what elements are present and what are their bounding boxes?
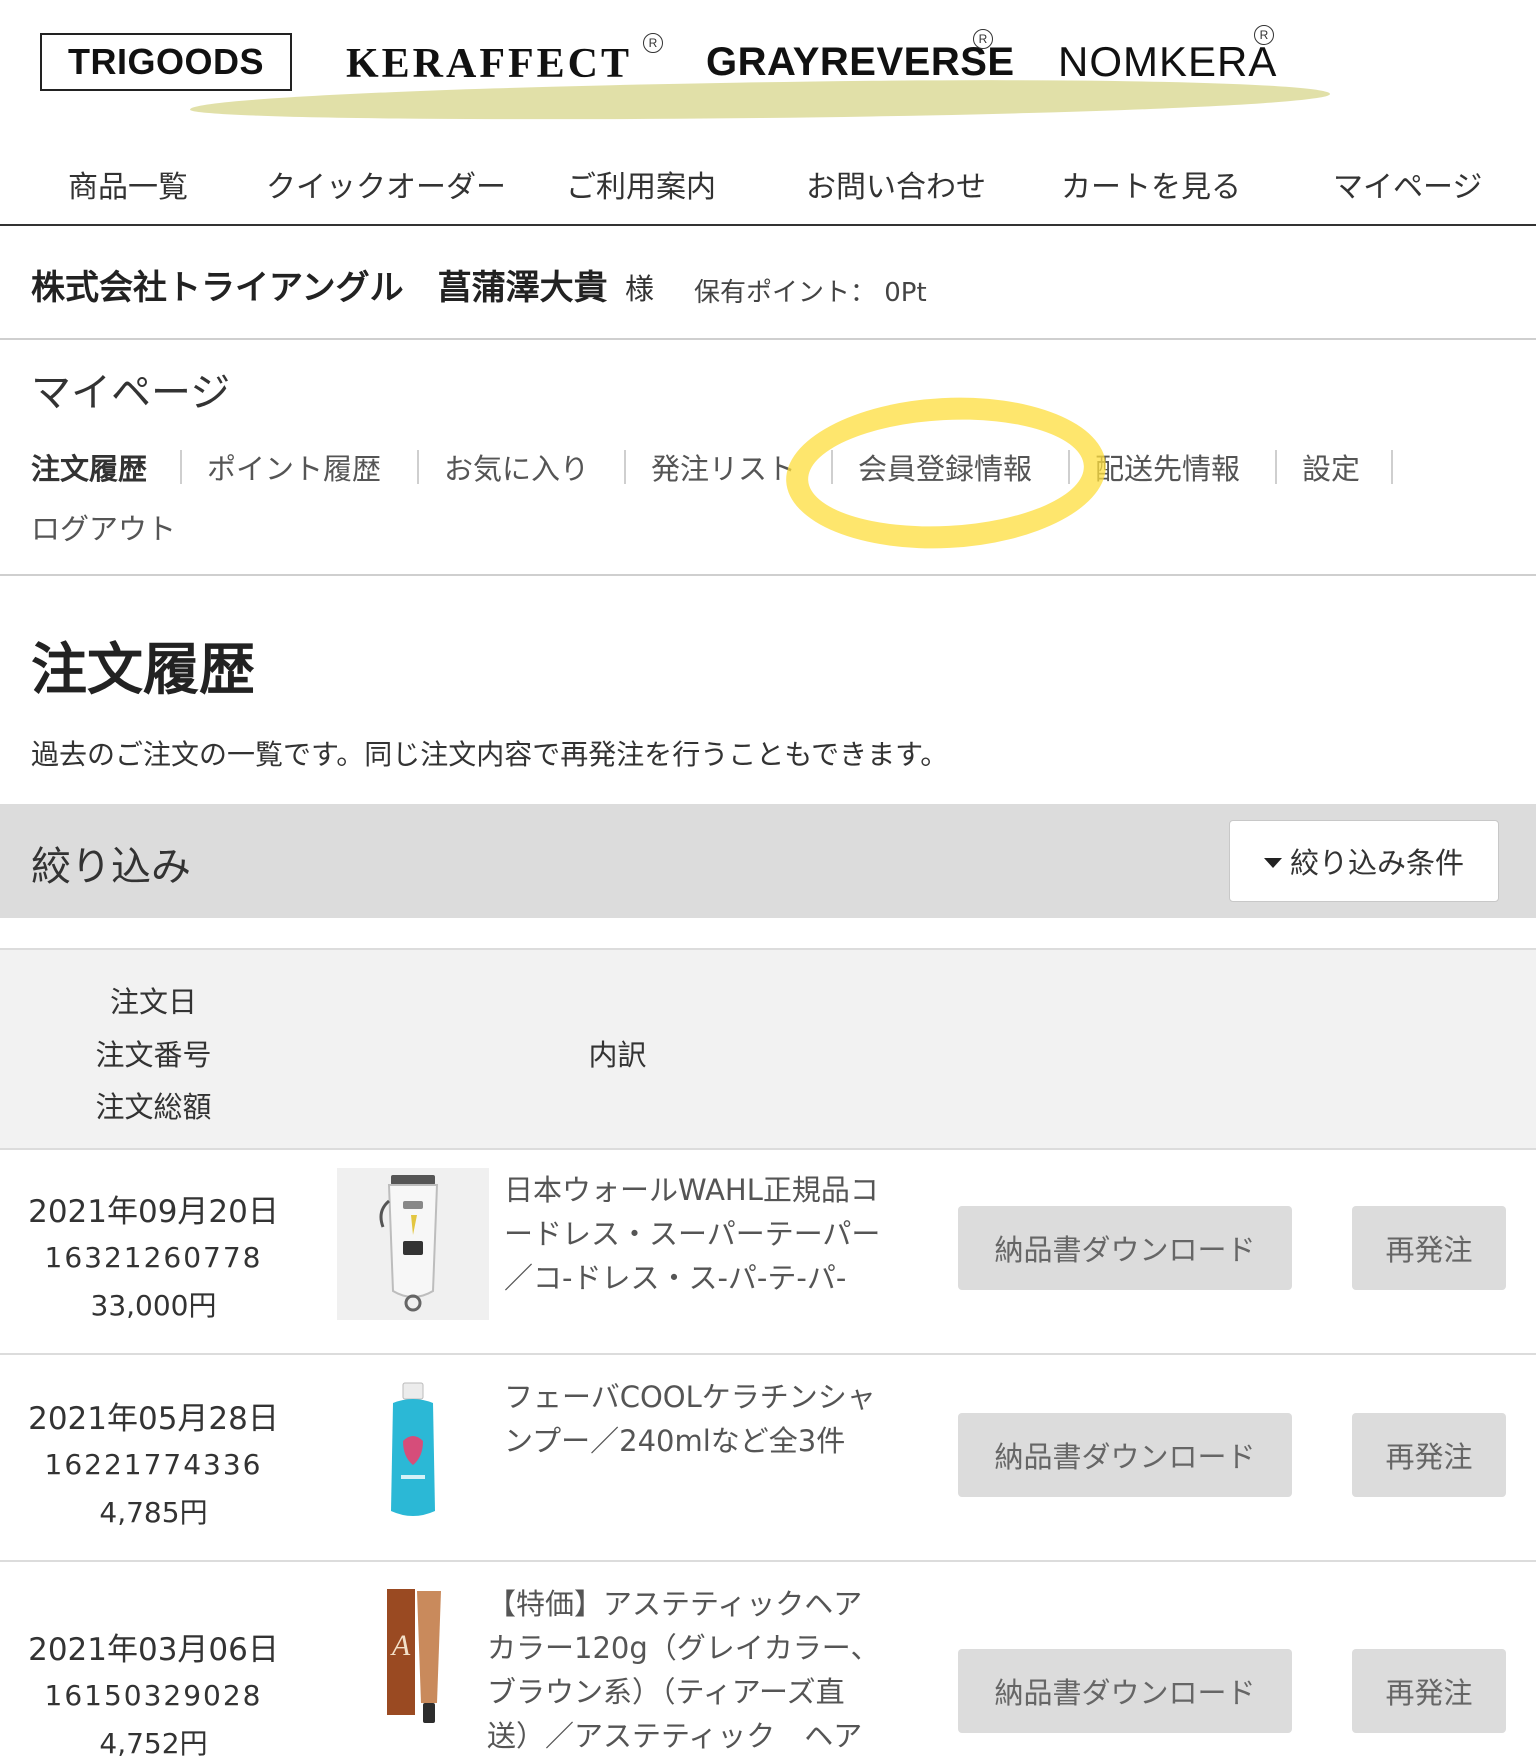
page-title: 注文履歴 [31, 638, 255, 703]
brand-header: TRIGOODS KERAFFECT R GRAYREVERSE R NOMKE… [0, 0, 1536, 135]
tab-member-info[interactable]: 会員登録情報 [858, 446, 1032, 488]
order-detail-text[interactable]: 日本ウォールWAHL正規品コードレス・スーパーテーパー／コ-ドレス・ス-パ-テ-… [504, 1168, 904, 1300]
order-date: 2021年05月28日 [28, 1401, 279, 1437]
order-date: 2021年09月20日 [28, 1194, 279, 1230]
order-total: 4,785円 [99, 1496, 208, 1529]
tab-logout[interactable]: ログアウト [31, 506, 176, 548]
order-date: 2021年03月06日 [28, 1632, 279, 1668]
separator [1275, 450, 1277, 484]
order-detail-text[interactable]: フェーバCOOLケラチンシャンプー／240mlなど全3件 [504, 1375, 904, 1463]
order-number: 16150329028 [44, 1679, 263, 1712]
reorder-button[interactable]: 再発注 [1352, 1649, 1506, 1733]
page-description: 過去のご注文の一覧です。同じ注文内容で再発注を行うこともできます。 [31, 738, 949, 771]
nav-guide[interactable]: ご利用案内 [566, 162, 716, 206]
filter-bar: 絞り込み 絞り込み条件 [0, 804, 1536, 918]
nav-products[interactable]: 商品一覧 [68, 162, 188, 206]
order-total: 4,752円 [99, 1727, 208, 1760]
tab-point-history[interactable]: ポイント履歴 [207, 446, 381, 488]
hair-color-tube-icon: A [387, 1589, 441, 1723]
tab-favorites[interactable]: お気に入り [444, 446, 589, 488]
order-meta: 2021年09月20日 16321260778 33,000円 [0, 1186, 307, 1324]
registered-mark-icon: R [973, 29, 993, 49]
product-thumbnail[interactable] [337, 1168, 489, 1320]
user-bar: 株式会社トライアングル 菖蒲澤大貴 様 保有ポイント： 0Pt [0, 226, 1536, 340]
table-row: 2021年09月20日 16321260778 33,000円 日本ウォールWA… [0, 1146, 1536, 1355]
order-number: 16321260778 [44, 1241, 263, 1274]
brand-logo-nomkera[interactable]: NOMKERA [1058, 38, 1277, 86]
brand-logo-grayreverse[interactable]: GRAYREVERSE [706, 40, 1015, 85]
global-nav: 商品一覧 クイックオーダー ご利用案内 お問い合わせ カートを見る マイページ [0, 140, 1536, 226]
brand-logo-keraffect[interactable]: KERAFFECT [346, 40, 632, 88]
points-balance: 保有ポイント： 0Pt [694, 278, 927, 308]
honorific: 様 [625, 272, 655, 306]
column-header-order-number: 注文番号 [95, 1038, 212, 1072]
hair-clipper-icon [379, 1175, 439, 1312]
tab-order-list[interactable]: 発注リスト [651, 446, 796, 488]
company-name: 株式会社トライアングル 菖蒲澤大貴 [31, 268, 608, 308]
separator [1068, 450, 1070, 484]
separator [831, 450, 833, 484]
reorder-button[interactable]: 再発注 [1352, 1206, 1506, 1290]
brand-logo-trigoods[interactable]: TRIGOODS [40, 33, 292, 91]
download-invoice-button[interactable]: 納品書ダウンロード [958, 1413, 1292, 1497]
reorder-button[interactable]: 再発注 [1352, 1413, 1506, 1497]
mypage-heading: マイページ [31, 370, 231, 416]
tab-shipping-info[interactable]: 配送先情報 [1095, 446, 1240, 488]
separator [624, 450, 626, 484]
mypage-subnav: 注文履歴 ポイント履歴 お気に入り 発注リスト 会員登録情報 配送先情報 設定 … [0, 440, 1536, 576]
filter-button-label: 絞り込み条件 [1289, 846, 1464, 880]
table-row: 2021年05月28日 16221774336 4,785円 フェーバCOOLケ… [0, 1353, 1536, 1562]
order-total: 33,000円 [90, 1289, 217, 1322]
product-thumbnail[interactable] [337, 1375, 489, 1527]
order-number: 16221774336 [44, 1448, 263, 1481]
filter-label: 絞り込み [31, 844, 191, 890]
separator [180, 450, 182, 484]
download-invoice-button[interactable]: 納品書ダウンロード [958, 1649, 1292, 1733]
table-header: 注文日 注文番号 注文総額 内訳 [0, 948, 1536, 1150]
shampoo-bottle-icon [391, 1382, 435, 1516]
filter-conditions-button[interactable]: 絞り込み条件 [1229, 820, 1499, 902]
order-meta: 2021年03月06日 16150329028 4,752円 [0, 1624, 307, 1762]
nav-contact[interactable]: お問い合わせ [806, 162, 986, 206]
caret-down-icon [1263, 858, 1282, 868]
registered-mark-icon: R [643, 33, 663, 53]
table-row: 2021年03月06日 16150329028 4,752円 A 【特価】アステ… [0, 1560, 1536, 1760]
order-detail-text[interactable]: 【特価】アステティックヘアカラー120g（グレイカラー、ブラウン系）（ティアーズ… [487, 1582, 887, 1758]
nav-quick-order[interactable]: クイックオーダー [266, 162, 506, 206]
column-header-date: 注文日 [109, 985, 197, 1019]
column-header-detail: 内訳 [588, 1038, 647, 1072]
svg-text:A: A [390, 1629, 411, 1662]
separator [417, 450, 419, 484]
column-header-total: 注文総額 [95, 1090, 212, 1124]
nav-cart[interactable]: カートを見る [1061, 162, 1241, 206]
download-invoice-button[interactable]: 納品書ダウンロード [958, 1206, 1292, 1290]
tab-settings[interactable]: 設定 [1302, 446, 1360, 488]
product-thumbnail[interactable]: A [337, 1582, 489, 1734]
order-meta: 2021年05月28日 16221774336 4,785円 [0, 1393, 307, 1531]
registered-mark-icon: R [1254, 25, 1274, 45]
tab-order-history[interactable]: 注文履歴 [31, 446, 147, 488]
nav-mypage[interactable]: マイページ [1333, 162, 1482, 206]
separator [1391, 450, 1393, 484]
